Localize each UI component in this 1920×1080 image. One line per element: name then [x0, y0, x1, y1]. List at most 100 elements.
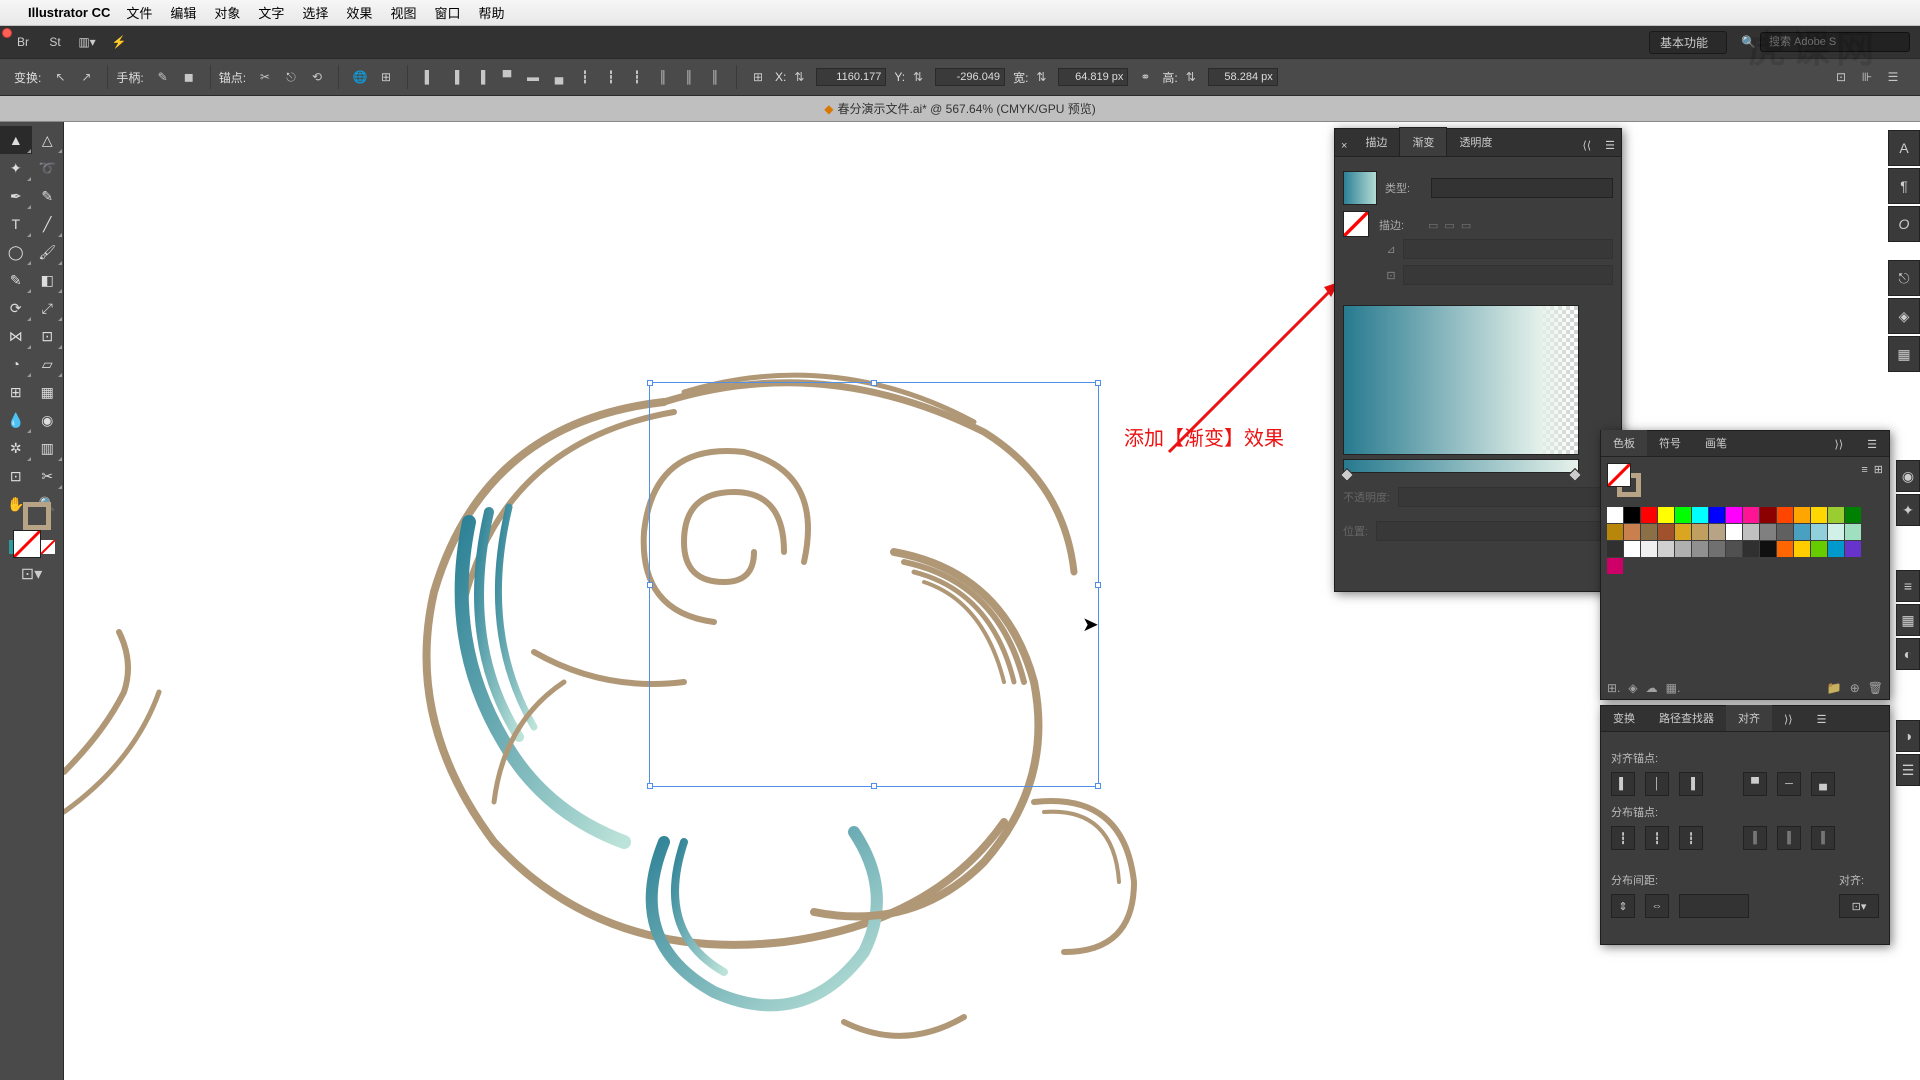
- swatch[interactable]: [1777, 541, 1793, 557]
- swatch[interactable]: [1607, 541, 1623, 557]
- tab-brushes[interactable]: 画笔: [1693, 430, 1739, 456]
- swatch[interactable]: [1794, 507, 1810, 523]
- align-bottom-icon[interactable]: ▄: [548, 66, 570, 88]
- align-right-icon[interactable]: ▐: [1679, 772, 1703, 796]
- handle-icon-2[interactable]: ◼: [178, 66, 200, 88]
- align-vcenter-icon[interactable]: ─: [1777, 772, 1801, 796]
- gradient-slider[interactable]: [1343, 459, 1579, 473]
- bridge-icon[interactable]: Br: [10, 31, 36, 53]
- swatch-fill-stroke[interactable]: [1607, 463, 1641, 497]
- handle-icon-1[interactable]: ✎: [152, 66, 174, 88]
- swatch[interactable]: [1641, 541, 1657, 557]
- pen-tool[interactable]: ✒: [0, 182, 32, 210]
- swatch[interactable]: [1828, 524, 1844, 540]
- swatch[interactable]: [1811, 541, 1827, 557]
- align-hcenter-icon[interactable]: │: [1645, 772, 1669, 796]
- swatch[interactable]: [1845, 541, 1861, 557]
- list-view-icon[interactable]: ≡: [1861, 464, 1867, 476]
- graph-tool[interactable]: ▥: [32, 434, 64, 462]
- tab-symbols[interactable]: 符号: [1647, 430, 1693, 456]
- mesh-tool[interactable]: ⊞: [0, 378, 32, 406]
- swatch[interactable]: [1709, 524, 1725, 540]
- swatch[interactable]: [1760, 507, 1776, 523]
- swatch[interactable]: [1709, 541, 1725, 557]
- swatch[interactable]: [1624, 524, 1640, 540]
- dist-right-icon[interactable]: ║: [1811, 826, 1835, 850]
- gradient-type-dropdown[interactable]: [1431, 178, 1613, 198]
- shaper-tool[interactable]: ✎: [0, 266, 32, 294]
- stroke-opt-2-icon[interactable]: ▭: [1444, 219, 1454, 232]
- appear-panel-icon[interactable]: ◑: [1896, 720, 1920, 752]
- stroke-opt-3-icon[interactable]: ▭: [1461, 219, 1471, 232]
- panel-menu-icon[interactable]: ☰: [1599, 135, 1621, 156]
- swatch[interactable]: [1811, 524, 1827, 540]
- convert-point-icon[interactable]: ↖: [49, 66, 71, 88]
- document-tab[interactable]: ◆ 春分演示文件.ai* @ 567.64% (CMYK/GPU 预览): [0, 96, 1920, 122]
- symbol-sprayer-tool[interactable]: ✲: [0, 434, 32, 462]
- align-hcenter-icon[interactable]: ▐: [444, 66, 466, 88]
- menu-file[interactable]: 文件: [126, 3, 152, 22]
- swatch[interactable]: [1811, 507, 1827, 523]
- stepper-icon[interactable]: ⇅: [1180, 66, 1202, 88]
- dist-vcenter-icon[interactable]: ┇: [1645, 826, 1669, 850]
- perspective-tool[interactable]: ▱: [32, 350, 64, 378]
- swatch[interactable]: [1743, 507, 1759, 523]
- stroke-panel-icon[interactable]: ≡: [1896, 570, 1920, 602]
- artboard-tool[interactable]: ⊡: [0, 462, 32, 490]
- menu-view[interactable]: 视图: [390, 3, 416, 22]
- spacing-field[interactable]: [1679, 894, 1749, 918]
- tab-opacity[interactable]: 透明度: [1447, 128, 1504, 156]
- show-icon[interactable]: ◈: [1628, 681, 1637, 695]
- align-left-icon[interactable]: ▌: [418, 66, 440, 88]
- ratio-field[interactable]: [1403, 265, 1613, 285]
- opentype-panel-icon[interactable]: O: [1888, 206, 1920, 242]
- menu-select[interactable]: 选择: [302, 3, 328, 22]
- align-right-icon[interactable]: ▐: [470, 66, 492, 88]
- dist-hcenter-icon[interactable]: ║: [1777, 826, 1801, 850]
- asset-panel-icon[interactable]: ◈: [1888, 298, 1920, 334]
- dist-icon[interactable]: ⊞: [375, 66, 397, 88]
- swatch[interactable]: [1794, 541, 1810, 557]
- dist-top-icon[interactable]: ┇: [1611, 826, 1635, 850]
- x-value[interactable]: 1160.177: [816, 68, 886, 86]
- dist-h-icon-2[interactable]: ┇: [600, 66, 622, 88]
- align-panel[interactable]: 变换 路径查找器 对齐 ⟩⟩ ☰ 对齐锚点: ▌ │ ▐ ▀ ─ ▄ 分布锚点:…: [1600, 705, 1890, 945]
- para-panel-icon[interactable]: ¶: [1888, 168, 1920, 204]
- swatches-panel[interactable]: 色板 符号 画笔 ⟩⟩ ☰ ≡⊞ ⊞. ◈ ☁ ▦. 📁 ⊕ 🗑: [1600, 430, 1890, 700]
- align-vcenter-icon[interactable]: ▬: [522, 66, 544, 88]
- grid-view-icon[interactable]: ⊞: [1874, 464, 1883, 476]
- snap-icon[interactable]: ⊪: [1856, 66, 1878, 88]
- swatch[interactable]: [1760, 524, 1776, 540]
- swatch[interactable]: [1726, 541, 1742, 557]
- stepper-icon[interactable]: ⇅: [788, 66, 810, 88]
- anchor-icon-2[interactable]: ⎋: [280, 66, 302, 88]
- menu-help[interactable]: 帮助: [478, 3, 504, 22]
- curvature-tool[interactable]: ✎: [32, 182, 64, 210]
- swatch[interactable]: [1692, 541, 1708, 557]
- swatch[interactable]: [1743, 541, 1759, 557]
- stepper-icon[interactable]: ⇅: [1030, 66, 1052, 88]
- swatch[interactable]: [1607, 524, 1623, 540]
- dist-v-icon-3[interactable]: ║: [704, 66, 726, 88]
- swatch[interactable]: [1794, 524, 1810, 540]
- menu-object[interactable]: 对象: [214, 3, 240, 22]
- direct-selection-tool[interactable]: △: [32, 126, 64, 154]
- color-panel-icon[interactable]: ◉: [1896, 460, 1920, 492]
- align-bottom-icon[interactable]: ▄: [1811, 772, 1835, 796]
- tab-gradient[interactable]: 渐变: [1399, 127, 1447, 156]
- lib-icon[interactable]: ⊞.: [1607, 681, 1620, 695]
- swatch[interactable]: [1845, 524, 1861, 540]
- magic-wand-tool[interactable]: ✦: [0, 154, 32, 182]
- width-tool[interactable]: ⋈: [0, 322, 32, 350]
- stroke-swatch[interactable]: [1343, 211, 1369, 237]
- dist-bottom-icon[interactable]: ┇: [1679, 826, 1703, 850]
- stroke-opt-1-icon[interactable]: ▭: [1428, 219, 1438, 232]
- new-folder-icon[interactable]: 📁: [1827, 681, 1842, 695]
- selection-box[interactable]: [649, 382, 1099, 787]
- swatch[interactable]: [1777, 507, 1793, 523]
- guide-panel-icon[interactable]: ✦: [1896, 494, 1920, 526]
- dist-h-icon-1[interactable]: ┇: [574, 66, 596, 88]
- align-top-icon[interactable]: ▀: [1743, 772, 1767, 796]
- blend-tool[interactable]: ◉: [32, 406, 64, 434]
- paintbrush-tool[interactable]: 🖌: [32, 238, 64, 266]
